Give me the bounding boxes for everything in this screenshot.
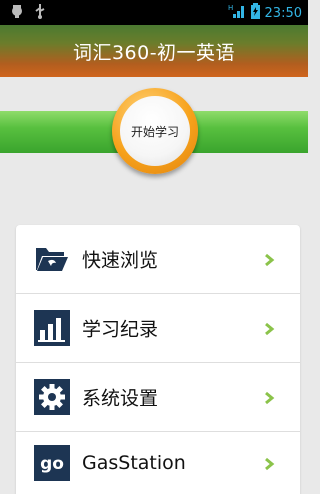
menu-item-gasstation[interactable]: go GasStation bbox=[16, 432, 300, 494]
folder-icon bbox=[32, 239, 72, 279]
menu-item-label: 系统设置 bbox=[82, 387, 159, 410]
menu-item-study-record[interactable]: 学习纪录 bbox=[16, 294, 300, 363]
status-bar: H 23:50 bbox=[0, 0, 308, 25]
title-bar: 词汇360-初一英语 bbox=[0, 25, 308, 77]
app-title: 词汇360-初一英语 bbox=[72, 41, 236, 64]
go-icon-text: go bbox=[40, 454, 64, 474]
bar-chart-icon bbox=[32, 308, 72, 348]
menu-item-label: 快速浏览 bbox=[82, 249, 159, 272]
svg-text:H: H bbox=[228, 4, 233, 12]
menu-item-label: 学习纪录 bbox=[82, 318, 159, 341]
menu-item-label: GasStation bbox=[82, 452, 186, 474]
signal-icon: H bbox=[228, 3, 246, 23]
chevron-right-icon bbox=[262, 252, 276, 267]
status-time: 23:50 bbox=[264, 5, 302, 21]
android-debug-icon bbox=[10, 3, 24, 23]
menu-item-settings[interactable]: 系统设置 bbox=[16, 363, 300, 432]
battery-icon bbox=[250, 3, 260, 23]
menu-item-quick-browse[interactable]: 快速浏览 bbox=[16, 225, 300, 294]
start-study-button[interactable]: 开始学习 bbox=[112, 88, 198, 174]
usb-icon bbox=[34, 3, 46, 23]
chevron-right-icon bbox=[262, 456, 276, 471]
chevron-right-icon bbox=[262, 321, 276, 336]
main-menu: 快速浏览 学习纪录 系统设置 go GasStation bbox=[16, 225, 300, 494]
go-icon: go bbox=[32, 443, 72, 483]
start-study-label: 开始学习 bbox=[120, 96, 190, 166]
gear-icon bbox=[32, 377, 72, 417]
chevron-right-icon bbox=[262, 390, 276, 405]
